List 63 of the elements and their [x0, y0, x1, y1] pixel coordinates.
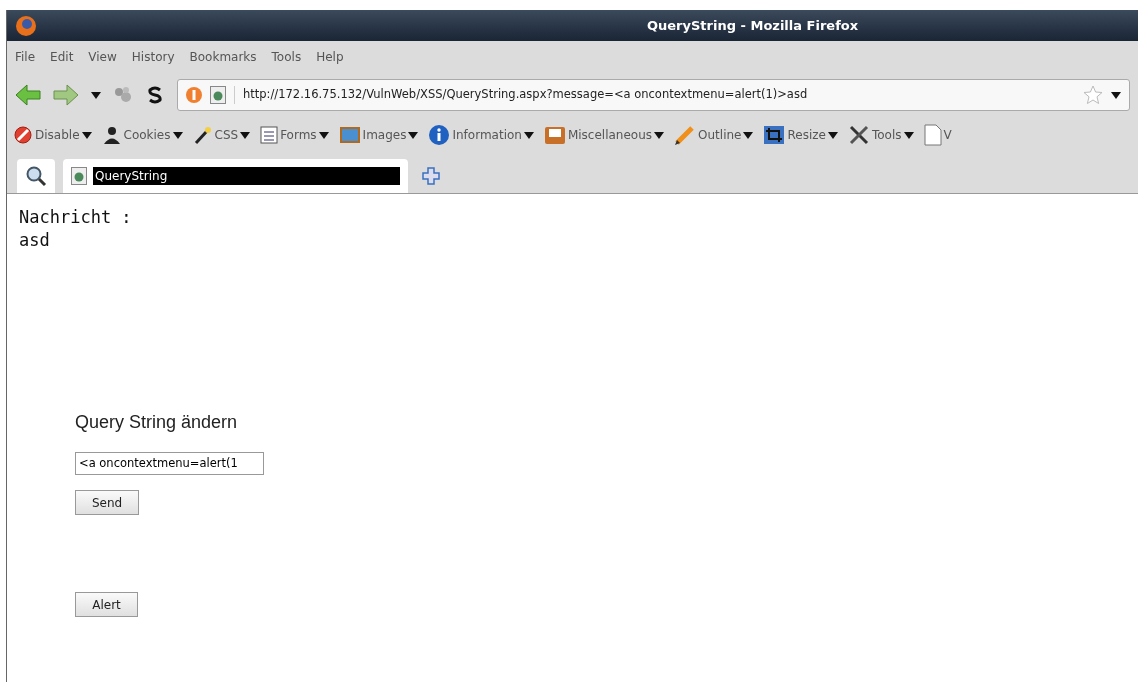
toolbar-menu-button[interactable]: Information: [428, 124, 534, 146]
caret-icon: [172, 131, 183, 139]
toolbar-menu-button[interactable]: Cookies: [101, 125, 183, 145]
menu-item[interactable]: Help: [316, 48, 344, 66]
pencil-icon: [674, 124, 697, 146]
wand-icon: [192, 125, 213, 145]
caret-icon: [81, 131, 92, 139]
caret-icon: [91, 91, 101, 99]
document-icon: [923, 124, 942, 146]
picture-frame-icon: [338, 126, 361, 144]
toolbar-menu-button[interactable]: Tools: [847, 124, 914, 146]
toolbar-menu-button[interactable]: Miscellaneous: [543, 125, 665, 145]
firefox-logo-icon: [15, 14, 37, 37]
menu-item[interactable]: Tools: [271, 48, 302, 66]
caret-icon: [743, 131, 754, 139]
back-arrow-icon[interactable]: [15, 84, 41, 106]
toolbar-menu-button[interactable]: Resize: [763, 125, 838, 145]
tab-title: QueryString: [93, 167, 400, 185]
star-icon[interactable]: [1083, 85, 1103, 105]
page-icon: [71, 167, 87, 185]
search-button[interactable]: [17, 159, 55, 193]
tray-icon: [543, 125, 566, 145]
menu-item[interactable]: History: [131, 48, 175, 66]
toolbar-menu-button[interactable]: Outline: [674, 124, 754, 146]
molecule-icon[interactable]: [113, 86, 133, 104]
url-text: http://172.16.75.132/VulnWeb/XSS/QueryString.aspx?message=<a oncontextmenu=alert(1)>asd: [234, 86, 1075, 104]
toolbar-menu-button[interactable]: Images: [338, 126, 419, 144]
search-icon: [25, 165, 47, 187]
forbidden-icon: [13, 125, 33, 145]
caret-icon: [318, 131, 329, 139]
toolbar-menu-button[interactable]: Forms: [260, 126, 329, 144]
menu-item[interactable]: Bookmarks: [189, 48, 257, 66]
address-bar[interactable]: http://172.16.75.132/VulnWeb/XSS/QueryString.aspx?message=<a oncontextmenu=alert(1)>asd: [177, 79, 1130, 111]
caret-icon: [654, 131, 665, 139]
query-string-field[interactable]: <a oncontextmenu=alert(1: [75, 452, 264, 475]
caret-icon: [827, 131, 838, 139]
warning-icon: [186, 87, 202, 103]
tab[interactable]: QueryString: [63, 159, 408, 193]
caret-icon: [1111, 91, 1121, 99]
page-icon: [210, 86, 226, 104]
plus-icon[interactable]: [422, 167, 440, 185]
forward-arrow-icon[interactable]: [53, 84, 79, 106]
toolbar-menu-button[interactable]: CSS: [192, 125, 251, 145]
message-value: asd: [19, 229, 51, 252]
message-label: Nachricht :: [19, 206, 133, 229]
caret-icon: [408, 131, 419, 139]
menu-item[interactable]: View: [88, 48, 117, 66]
person-icon: [101, 125, 122, 145]
info-icon: [428, 124, 451, 146]
toolbar-menu-button[interactable]: V: [923, 124, 952, 146]
sliders-icon: [260, 126, 279, 144]
crop-icon: [763, 125, 786, 145]
caret-icon: [523, 131, 534, 139]
menu-item[interactable]: File: [15, 48, 36, 66]
alert-button[interactable]: Alert: [75, 592, 138, 617]
caret-icon: [240, 131, 251, 139]
send-button[interactable]: Send: [75, 490, 139, 515]
menu-item[interactable]: Edit: [50, 48, 74, 66]
caret-icon: [903, 131, 914, 139]
s-logo-icon[interactable]: [145, 85, 165, 105]
window-title: QueryString - Mozilla Firefox: [647, 16, 859, 35]
form-heading: Query String ändern: [75, 411, 238, 434]
toolbar-menu-button[interactable]: Disable: [13, 125, 92, 145]
